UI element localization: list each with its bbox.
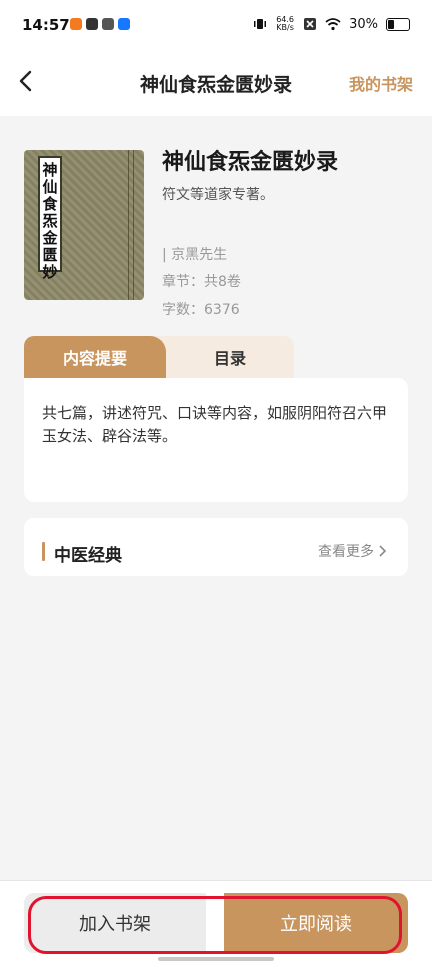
book-chapters: 章节：共8卷 xyxy=(162,274,241,290)
nav-bar: 神仙食炁金匮妙录 我的书架 xyxy=(0,52,432,116)
app-notification-icon xyxy=(118,18,130,30)
network-speed: 64.6 KB/s xyxy=(275,16,295,32)
vibrate-icon xyxy=(254,19,267,29)
see-more-link[interactable]: 查看更多 xyxy=(318,541,388,561)
see-more-label: 查看更多 xyxy=(318,544,374,560)
tab-summary-label: 内容提要 xyxy=(62,349,127,368)
cover-char: 仙 xyxy=(42,178,58,196)
tab-catalog-label: 目录 xyxy=(213,349,246,368)
status-right-group: 64.6 KB/s 30% xyxy=(253,16,410,32)
tab-summary[interactable]: 内容提要 xyxy=(24,336,166,378)
status-app-icons xyxy=(70,18,130,30)
cover-char: 炁 xyxy=(42,212,58,230)
book-word-count: 字数：6376 xyxy=(162,302,240,318)
detail-tabs: 目录 内容提要 xyxy=(24,336,294,378)
cover-label: 神 仙 食 炁 金 匮 妙 xyxy=(38,156,62,281)
status-bar: 14:57 64.6 KB/s 30% xyxy=(0,0,432,52)
read-now-button[interactable]: 立即阅读 xyxy=(224,893,408,953)
my-bookshelf-link[interactable]: 我的书架 xyxy=(349,71,413,95)
bottom-action-bar: 加入书架 立即阅读 xyxy=(0,880,432,965)
home-indicator[interactable] xyxy=(158,957,274,961)
book-title: 神仙食炁金匮妙录 xyxy=(162,150,339,175)
battery-percent: 30% xyxy=(349,16,378,32)
app-notification-icon xyxy=(86,18,98,30)
tab-catalog[interactable]: 目录 xyxy=(152,336,294,378)
cover-char: 食 xyxy=(42,195,58,213)
battery-icon xyxy=(386,17,410,31)
chevron-right-icon xyxy=(379,545,387,557)
section-accent-bar xyxy=(42,542,45,561)
related-section: 中医经典 查看更多 xyxy=(24,518,408,576)
section-title: 中医经典 xyxy=(54,546,122,566)
app-notification-icon xyxy=(102,18,114,30)
cover-char: 金 xyxy=(42,229,58,247)
cover-binding xyxy=(128,150,134,300)
cover-char: 妙 xyxy=(42,263,58,281)
summary-text: 共七篇，讲述符咒、口诀等内容，如服阴阳符召六甲玉女法、辟谷法等。 xyxy=(42,404,388,445)
book-author: | 京黑先生 xyxy=(162,247,228,263)
cover-char: 神 xyxy=(42,161,58,179)
book-cover: 神 仙 食 炁 金 匮 妙 xyxy=(24,150,144,300)
summary-card: 共七篇，讲述符咒、口诀等内容，如服阴阳符召六甲玉女法、辟谷法等。 xyxy=(24,378,408,502)
sim-icon xyxy=(304,18,317,30)
add-to-shelf-button[interactable]: 加入书架 xyxy=(24,893,206,953)
wifi-icon xyxy=(325,18,341,31)
book-description: 符文等道家专著。 xyxy=(162,187,274,203)
book-info: 神 仙 食 炁 金 匮 妙 神仙食炁金匮妙录 符文等道家专著。 | 京黑先生 章… xyxy=(0,116,432,336)
status-time: 14:57 xyxy=(22,16,70,34)
app-notification-icon xyxy=(70,18,82,30)
network-speed-unit: KB/s xyxy=(276,23,294,32)
cover-char: 匮 xyxy=(42,246,58,264)
